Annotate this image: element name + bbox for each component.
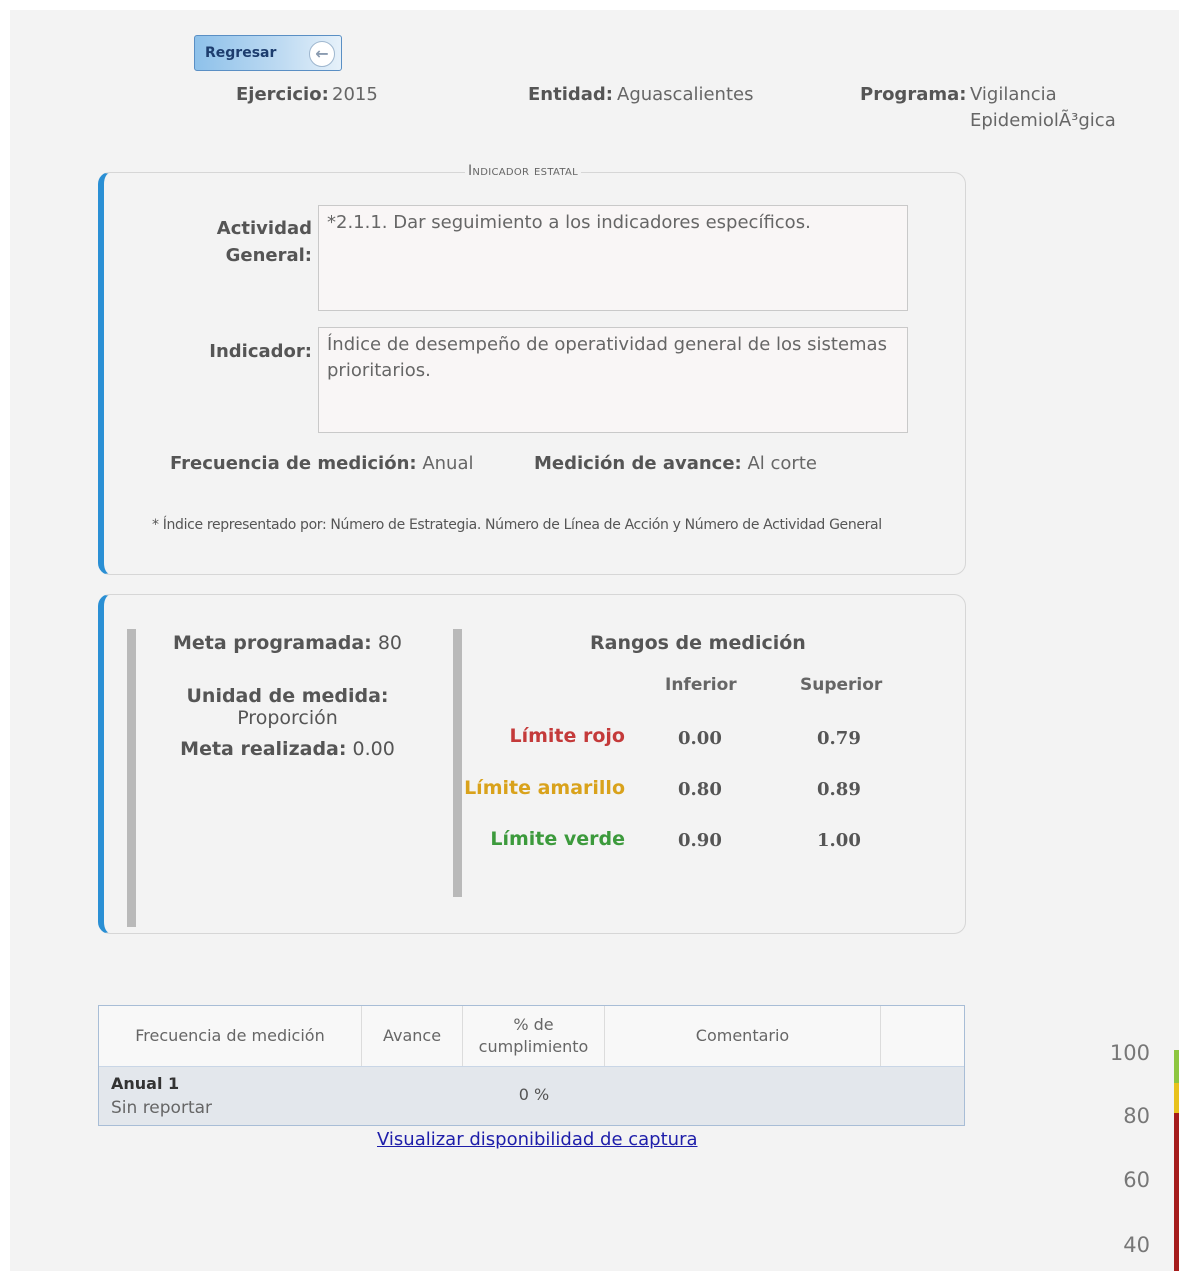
meta-programada-label: Meta programada: [172,632,372,654]
indicador-field[interactable]: Índice de desempeño de operatividad gene… [318,327,908,433]
ejercicio-value: 2015 [332,84,378,105]
col-superior: Superior [800,675,883,695]
medicion-label: Medición de avance: [534,453,742,474]
gauge-band-red [1174,1113,1179,1271]
row-estado: Sin reportar [111,1098,213,1118]
programa-label: Programa: [860,84,967,105]
limite-amarillo-inferior: 0.80 [678,779,722,800]
unidad-medida: Unidad de medida: Proporción [140,685,435,729]
meta-realizada: Meta realizada: 0.00 [140,738,435,760]
frecuencia-value: Anual [422,453,474,474]
back-button-label: Regresar [205,45,277,61]
th-extra [881,1006,964,1066]
gauge-tick-60: 60 [1123,1168,1150,1192]
middle-divider-bar [453,629,462,897]
ejercicio-label: Ejercicio: [236,84,329,105]
actividad-label-line2: General: [225,245,312,266]
limite-rojo-label: Límite rojo [509,725,625,747]
gauge-band-green [1174,1050,1179,1083]
gauge-tick-100: 100 [1109,1041,1150,1065]
row-periodo: Anual 1 [111,1074,180,1093]
left-divider-bar [127,629,136,927]
arrow-left-icon: ← [309,41,335,67]
limite-rojo-inferior: 0.00 [678,728,722,749]
gauge-tick-40: 40 [1123,1233,1150,1257]
table-header: Frecuencia de medición Avance % de cumpl… [99,1006,964,1067]
disponibilidad-link[interactable]: Visualizar disponibilidad de captura [377,1129,698,1150]
programa-value-line1: Vigilancia [970,84,1057,105]
frecuencia-label: Frecuencia de medición: [170,453,417,474]
meta-programada-value: 80 [377,632,402,654]
col-inferior: Inferior [665,675,737,695]
actividad-field[interactable]: *2.1.1. Dar seguimiento a los indicadore… [318,205,908,311]
indicador-legend: Indicador estatal [465,163,581,179]
indicador-label: Indicador: [209,341,312,362]
th-cumplimiento: % de cumplimiento [463,1006,605,1066]
gauge-band-yellow [1174,1083,1179,1113]
unidad-label: Unidad de medida: [186,685,389,707]
limite-amarillo-superior: 0.89 [817,779,861,800]
table-row[interactable]: Anual 1 Sin reportar 0 % [99,1067,964,1125]
avance-table: Frecuencia de medición Avance % de cumpl… [98,1005,965,1126]
limite-verde-superior: 1.00 [817,830,861,851]
th-frecuencia: Frecuencia de medición [99,1006,362,1066]
meta-programada: Meta programada: 80 [140,632,435,654]
entidad-value: Aguascalientes [617,84,754,105]
actividad-label-line1: Actividad [216,218,312,239]
back-button[interactable]: Regresar ← [194,35,342,71]
footnote: * Índice representado por: Número de Est… [152,517,882,533]
medicion-line: Medición de avance: Al corte [534,453,817,474]
th-comentario: Comentario [605,1006,881,1066]
gauge-tick-80: 80 [1123,1104,1150,1128]
limite-verde-inferior: 0.90 [678,830,722,851]
rangos-title: Rangos de medición [590,632,806,654]
limite-rojo-superior: 0.79 [817,728,861,749]
unidad-value: Proporción [237,707,338,729]
programa-value-line2: EpidemiolÃ³gica [970,110,1116,131]
frecuencia-line: Frecuencia de medición: Anual [170,453,474,474]
entidad-label: Entidad: [528,84,613,105]
meta-realizada-label: Meta realizada: [180,738,347,760]
medicion-value: Al corte [747,453,817,474]
limite-amarillo-label: Límite amarillo [464,777,625,799]
actividad-label: Actividad General: [180,215,312,269]
limite-verde-label: Límite verde [490,828,625,850]
meta-realizada-value: 0.00 [352,738,395,760]
row-cumplimiento: 0 % [518,1085,550,1104]
th-avance: Avance [362,1006,463,1066]
